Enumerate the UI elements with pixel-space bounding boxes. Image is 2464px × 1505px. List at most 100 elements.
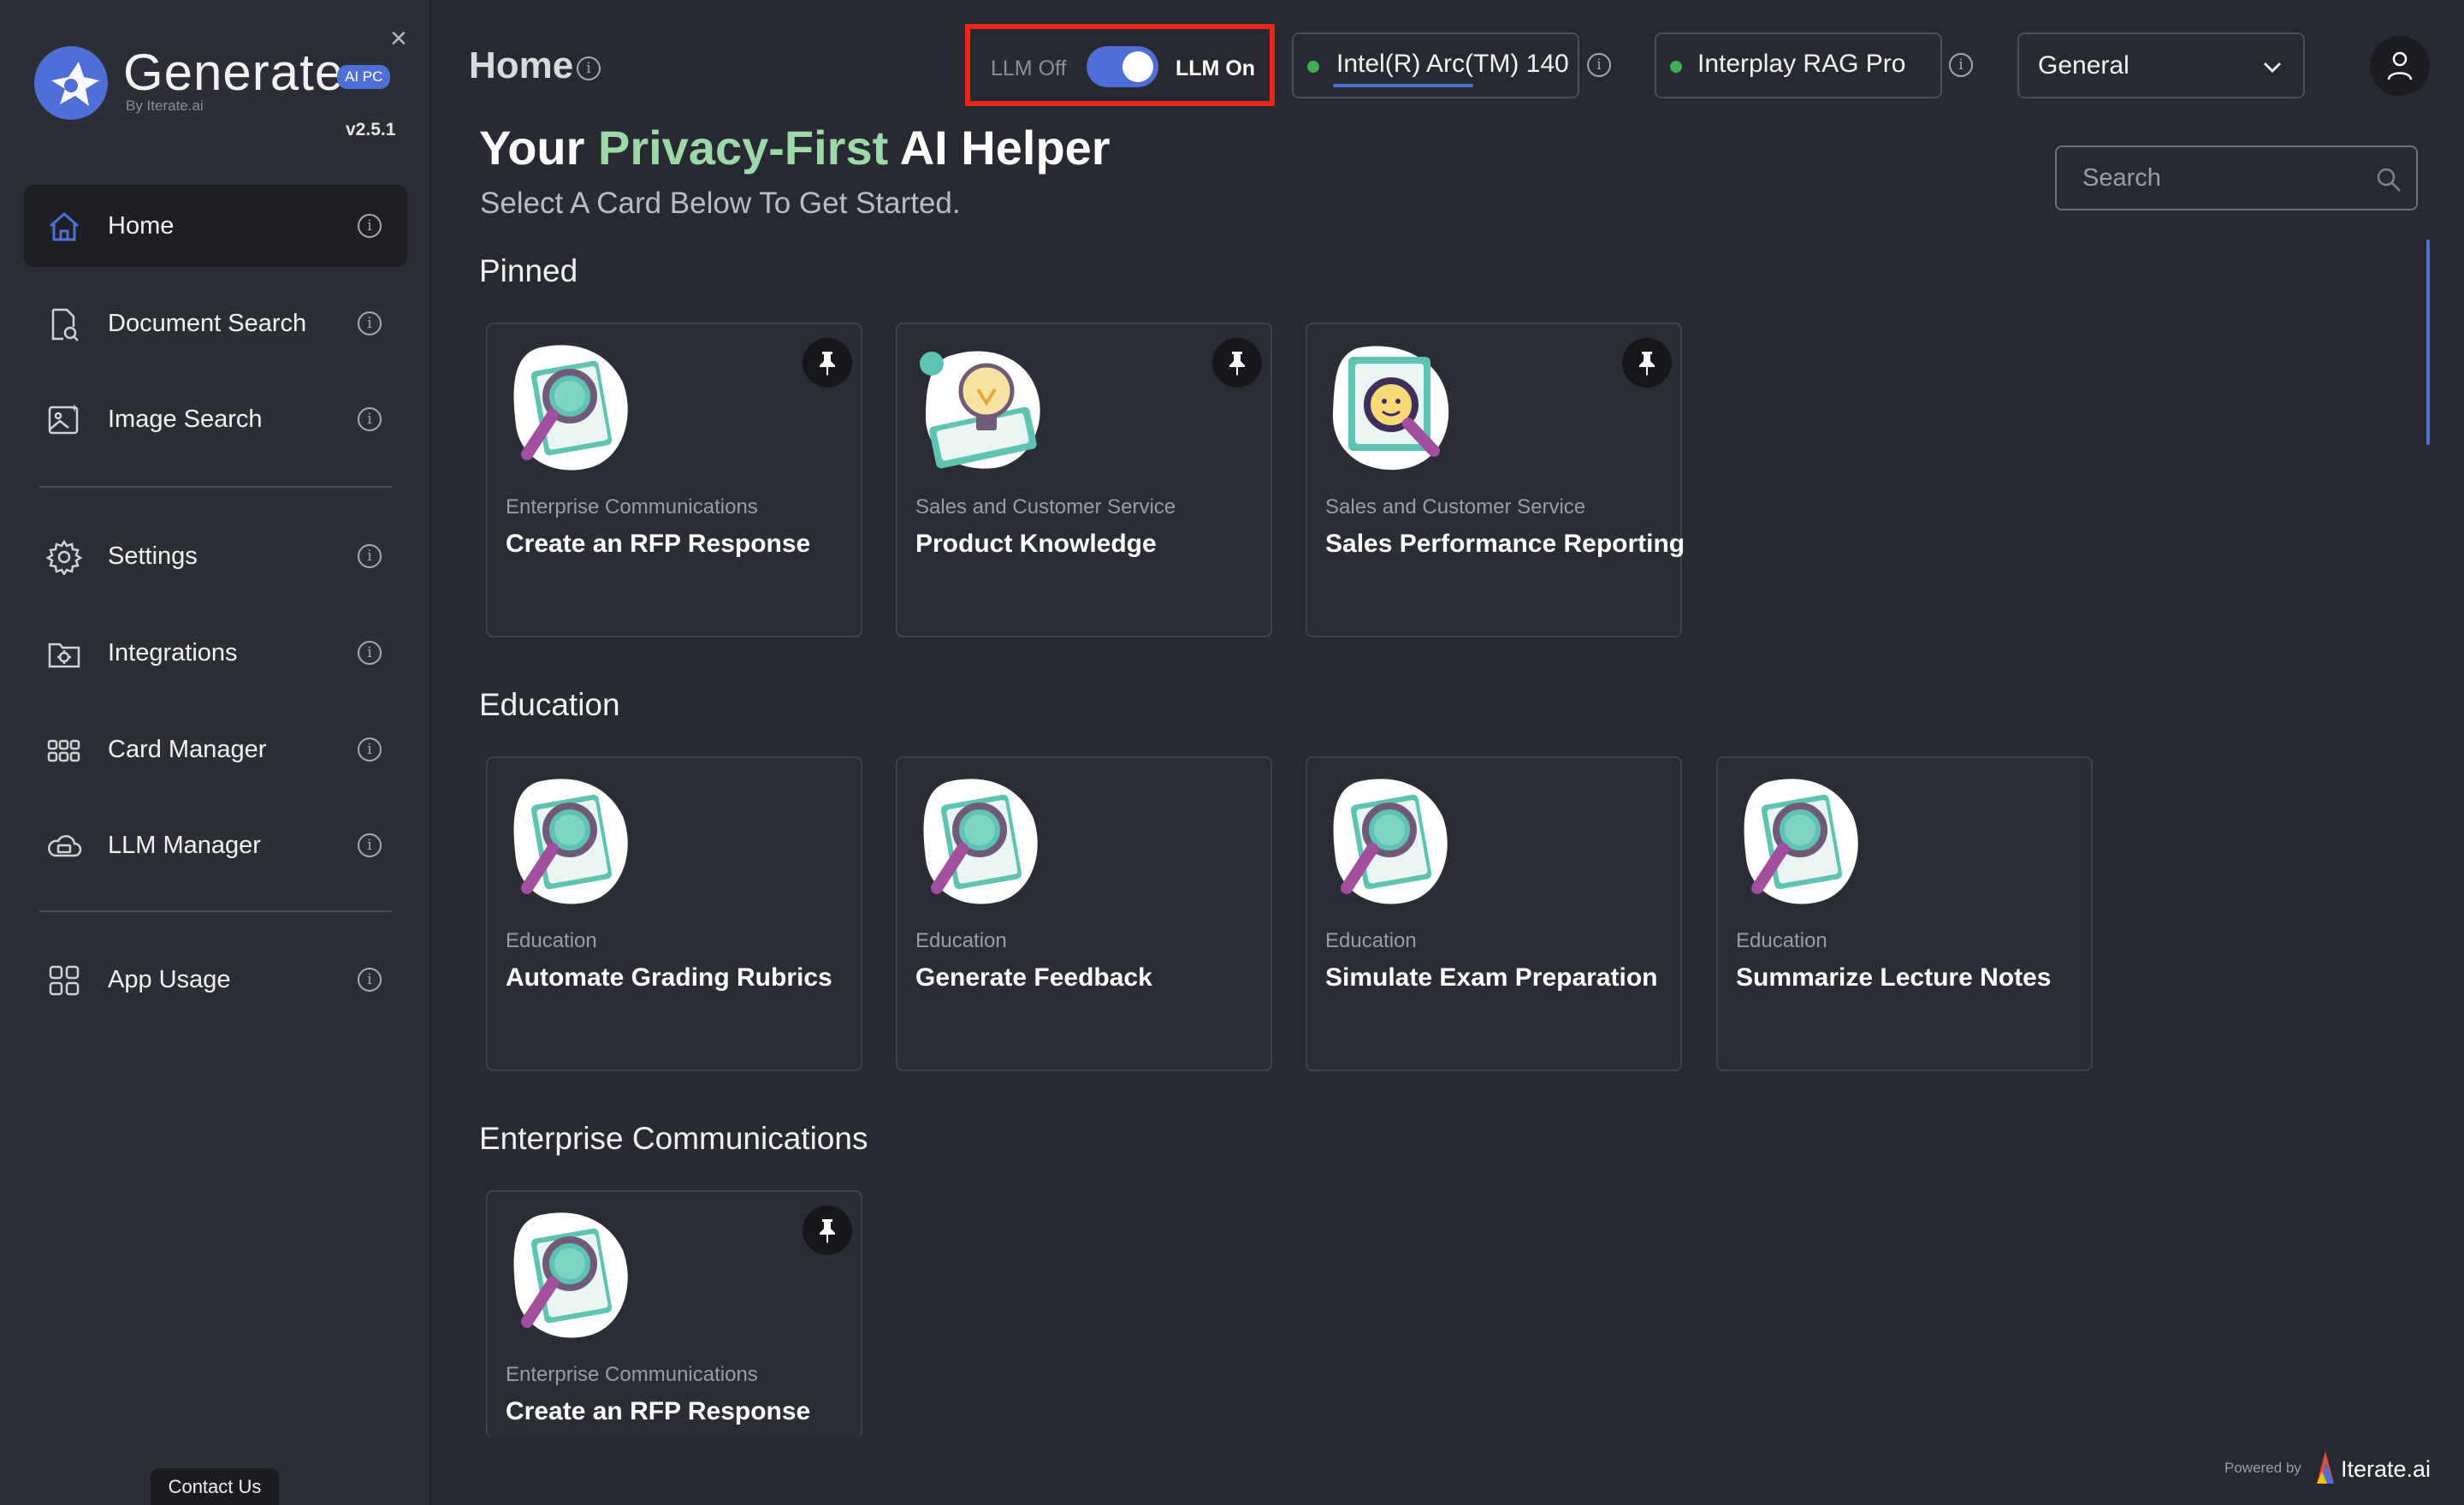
card-title: Product Knowledge — [915, 530, 1157, 558]
brand-by: By Iterate.ai — [126, 98, 204, 114]
info-icon[interactable]: i — [358, 641, 382, 665]
llm-toggle-group: LLM Off LLM On — [965, 24, 1275, 106]
section-title-pinned: Pinned — [479, 253, 578, 288]
version-label: v2.5.1 — [346, 120, 396, 139]
sidebar-item-label: Home — [108, 211, 175, 240]
info-icon[interactable]: i — [358, 214, 382, 238]
card-title: Summarize Lecture Notes — [1736, 963, 2052, 992]
card-title: Sales Performance Reporting — [1325, 530, 1685, 558]
info-icon[interactable]: i — [358, 311, 382, 335]
cloud-icon — [48, 835, 82, 857]
sidebar: Generate AI PC By Iterate.ai v2.5.1 × Ho… — [0, 0, 431, 1505]
hero-subtitle: Select A Card Below To Get Started. — [480, 187, 961, 220]
sidebar-item-home[interactable]: Home i — [24, 185, 407, 267]
info-icon[interactable]: i — [358, 407, 382, 431]
iterate-brand: Iterate.ai — [2341, 1456, 2431, 1482]
card-category: Enterprise Communications — [506, 1363, 758, 1386]
card-category: Education — [506, 929, 597, 952]
page-title: Home — [469, 44, 574, 86]
search-icon[interactable] — [2375, 166, 2402, 193]
hero-accent: Privacy-First — [597, 121, 889, 175]
sidebar-item-label: Document Search — [108, 309, 307, 337]
info-icon[interactable]: i — [358, 833, 382, 857]
pin-icon[interactable] — [803, 338, 852, 388]
sidebar-item-app-usage[interactable]: App Usage i — [24, 939, 407, 1021]
card-title: Create an RFP Response — [506, 1397, 811, 1425]
apps-icon — [49, 965, 80, 996]
card-search — [2055, 145, 2418, 210]
card-illustration — [503, 773, 640, 910]
sidebar-item-integrations[interactable]: Integrations i — [24, 612, 407, 694]
powered-by-label: Powered by — [2224, 1460, 2301, 1476]
section-title-education: Education — [479, 687, 620, 722]
sidebar-divider — [39, 910, 392, 912]
sidebar-divider — [39, 486, 392, 488]
contact-us-button[interactable]: Contact Us — [151, 1468, 279, 1505]
device-label: Intel(R) Arc(TM) 140 — [1336, 50, 1569, 78]
brand-name: Generate — [123, 44, 345, 101]
pin-icon[interactable] — [1212, 338, 1262, 388]
hero-prefix: Your — [479, 121, 585, 175]
status-dot — [1307, 61, 1319, 73]
section-title-enterprise: Enterprise Communications — [479, 1121, 868, 1156]
hero-suffix: AI Helper — [899, 121, 1111, 175]
card-illustration — [913, 773, 1050, 910]
llm-off-label: LLM Off — [991, 56, 1067, 80]
close-sidebar-icon[interactable]: × — [390, 24, 407, 53]
card-category: Enterprise Communications — [506, 495, 758, 518]
pin-icon[interactable] — [1622, 338, 1672, 388]
sidebar-item-card-manager[interactable]: Card Manager i — [24, 708, 407, 791]
card-illustration — [913, 340, 1050, 477]
sidebar-item-document-search[interactable]: Document Search i — [24, 282, 407, 364]
llm-toggle-switch[interactable] — [1087, 46, 1158, 87]
card-title: Automate Grading Rubrics — [506, 963, 832, 992]
info-icon[interactable]: i — [1587, 53, 1611, 77]
user-avatar-button[interactable] — [2370, 36, 2430, 96]
card-illustration — [1323, 340, 1460, 477]
iterate-logo-icon — [2317, 1451, 2334, 1484]
grid-dots-icon — [47, 739, 80, 762]
mode-selected-value: General — [2038, 51, 2129, 80]
info-icon[interactable]: i — [1949, 53, 1973, 77]
card-illustration — [503, 340, 640, 477]
card[interactable]: Education Automate Grading Rubrics — [486, 756, 862, 1071]
sidebar-item-label: Image Search — [108, 405, 263, 433]
mode-select[interactable]: General — [2017, 33, 2305, 98]
scrollbar-thumb[interactable] — [2426, 240, 2430, 445]
info-icon[interactable]: i — [358, 968, 382, 992]
info-icon[interactable]: i — [577, 56, 601, 80]
card[interactable]: Education Summarize Lecture Notes — [1716, 756, 2093, 1071]
sidebar-item-settings[interactable]: Settings i — [24, 515, 407, 597]
card[interactable]: Sales and Customer Service Sales Performa… — [1306, 323, 1685, 637]
search-input[interactable] — [2082, 147, 2365, 209]
card[interactable]: Enterprise Communications Create an RFP R… — [486, 323, 862, 637]
card-illustration — [1733, 773, 1870, 910]
sidebar-item-label: LLM Manager — [108, 831, 261, 859]
card[interactable]: Education Simulate Exam Preparation — [1306, 756, 1682, 1071]
card-illustration — [503, 1207, 640, 1344]
card[interactable]: Enterprise Communications Create an RFP R… — [486, 1190, 862, 1438]
card-category: Sales and Customer Service — [915, 495, 1176, 518]
generate-logo-icon — [34, 46, 108, 120]
card[interactable]: Education Generate Feedback — [896, 756, 1272, 1071]
document-search-icon — [51, 308, 79, 341]
pin-icon[interactable] — [803, 1206, 852, 1255]
card-category: Education — [915, 929, 1007, 952]
sidebar-item-llm-manager[interactable]: LLM Manager i — [24, 804, 407, 886]
card-illustration — [1323, 773, 1460, 910]
device-selector[interactable]: Intel(R) Arc(TM) 140 — [1292, 33, 1579, 98]
info-icon[interactable]: i — [358, 544, 382, 568]
card-category: Education — [1325, 929, 1417, 952]
image-search-icon — [48, 404, 79, 435]
integrations-icon — [48, 643, 80, 668]
card[interactable]: Sales and Customer Service Product Knowle… — [896, 323, 1272, 637]
sidebar-item-label: App Usage — [108, 965, 231, 993]
card-category: Sales and Customer Service — [1325, 495, 1586, 518]
sidebar-item-label: Integrations — [108, 638, 238, 667]
card-title: Create an RFP Response — [506, 530, 811, 558]
toggle-knob — [1122, 51, 1153, 82]
model-selector[interactable]: Interplay RAG Pro — [1655, 33, 1942, 98]
sidebar-item-image-search[interactable]: Image Search i — [24, 378, 407, 460]
info-icon[interactable]: i — [358, 738, 382, 761]
hero-heading: Your Privacy-First AI Helper — [479, 120, 1111, 175]
